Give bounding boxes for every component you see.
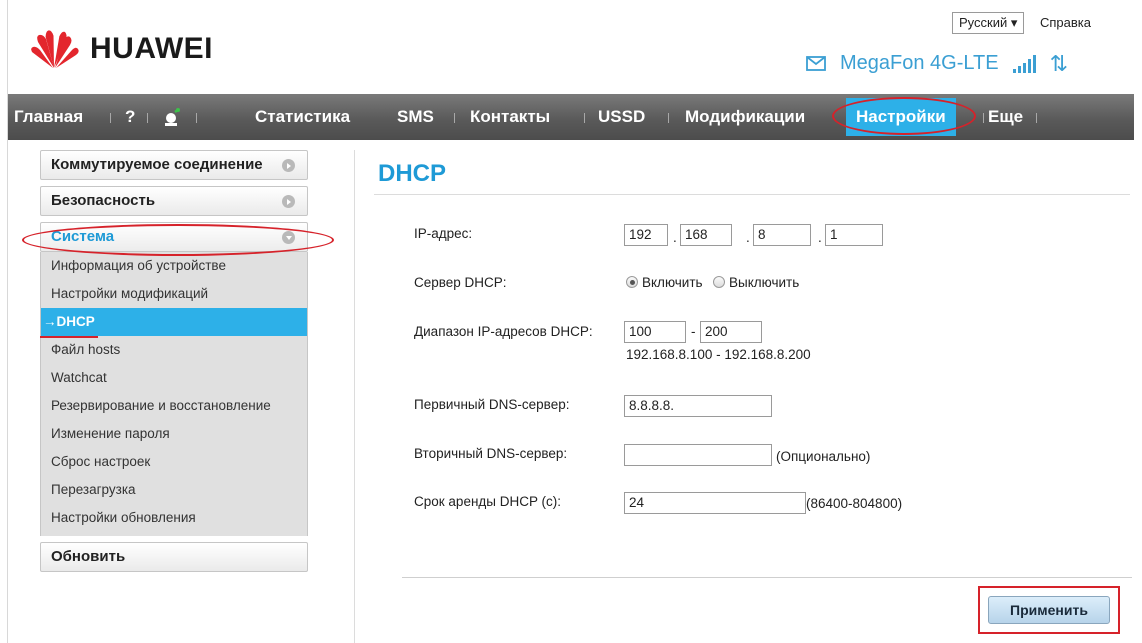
dhcp-range-text: 192.168.8.100 - 192.168.8.200 [626, 347, 811, 362]
nav-separator [668, 113, 669, 123]
nav-update-icon[interactable] [162, 94, 182, 140]
content-divider [354, 150, 355, 643]
dhcp-range-label: Диапазон IP-адресов DHCP: [414, 324, 593, 339]
sidebar-subitem-password[interactable]: Изменение пароля [41, 420, 307, 448]
dhcp-server-label: Сервер DHCP: [414, 275, 507, 290]
sidebar-subitem-watchcat[interactable]: Watchcat [41, 364, 307, 392]
sidebar-subitem-hosts[interactable]: Файл hosts [41, 336, 307, 364]
highlight-rect-apply [978, 586, 1120, 634]
brand-name: HUAWEI [90, 32, 213, 65]
ip-dot: . [673, 230, 677, 245]
ip-dot: . [746, 230, 750, 245]
dhcp-disable-radio[interactable] [713, 276, 725, 288]
form-divider [402, 577, 1132, 578]
dhcp-range-end-input[interactable]: 200 [700, 321, 762, 343]
nav-separator [584, 113, 585, 123]
title-divider [374, 194, 1130, 195]
status-area: MegaFon 4G-LTE ⇅ [806, 52, 1068, 75]
highlight-circle-settings [832, 97, 976, 135]
nav-contacts[interactable]: Контакты [470, 94, 550, 140]
ip-octet-3-input[interactable]: 8 [753, 224, 811, 246]
secondary-dns-label: Вторичный DNS-сервер: [414, 446, 568, 461]
sidebar-subitem-backup[interactable]: Резервирование и восстановление [41, 392, 307, 420]
sidebar-subitem-dhcp[interactable]: →DHCP [41, 308, 307, 336]
dhcp-enable-label[interactable]: Включить [642, 275, 703, 290]
sidebar-item-security[interactable]: Безопасность [40, 186, 308, 216]
page-title: DHCP [378, 160, 447, 187]
nav-more[interactable]: Еще [988, 94, 1023, 140]
ip-octet-2-input[interactable]: 168 [680, 224, 732, 246]
nav-separator [147, 113, 148, 123]
sidebar-item-dialup[interactable]: Коммутируемое соединение [40, 150, 308, 180]
sidebar-subitem-reboot[interactable]: Перезагрузка [41, 476, 307, 504]
data-transfer-icon: ⇅ [1049, 50, 1069, 76]
nav-separator [1036, 113, 1037, 123]
sidebar: Коммутируемое соединение Безопасность Си… [40, 150, 308, 578]
sidebar-item-update[interactable]: Обновить [40, 542, 308, 572]
operator-name: MegaFon 4G-LTE [840, 52, 999, 74]
range-dash: - [691, 324, 696, 339]
dhcp-disable-label[interactable]: Выключить [729, 275, 799, 290]
huawei-logo: HUAWEI [30, 30, 213, 68]
window-frame [0, 0, 8, 643]
nav-home[interactable]: Главная [14, 94, 83, 140]
help-link[interactable]: Справка [1040, 12, 1091, 34]
dhcp-range-start-input[interactable]: 100 [624, 321, 686, 343]
sidebar-subitem-update-settings[interactable]: Настройки обновления [41, 504, 307, 532]
nav-help[interactable]: ? [125, 94, 135, 140]
primary-dns-input[interactable]: 8.8.8.8. [624, 395, 772, 417]
nav-separator [983, 113, 984, 123]
optional-hint: (Опционально) [776, 449, 871, 464]
highlight-circle-system [22, 224, 334, 256]
nav-modifications[interactable]: Модификации [685, 94, 805, 140]
sidebar-item-label: Обновить [51, 548, 126, 565]
nav-ussd[interactable]: USSD [598, 94, 645, 140]
chevron-right-icon [282, 159, 295, 172]
nav-statistics[interactable]: Статистика [255, 94, 350, 140]
signal-strength-icon [1012, 54, 1038, 73]
nav-separator [196, 113, 197, 123]
sidebar-subitem-reset[interactable]: Сброс настроек [41, 448, 307, 476]
highlight-underline-dhcp [40, 336, 98, 338]
lease-time-label: Срок аренды DHCP (с): [414, 494, 561, 509]
huawei-petal-icon [31, 30, 79, 68]
sidebar-subitem-mod-settings[interactable]: Настройки модификаций [41, 280, 307, 308]
sidebar-item-label: Коммутируемое соединение [51, 156, 263, 173]
secondary-dns-input[interactable] [624, 444, 772, 466]
primary-dns-label: Первичный DNS-сервер: [414, 397, 570, 412]
mail-icon[interactable] [806, 56, 826, 71]
lease-time-input[interactable]: 24 [624, 492, 806, 514]
ip-address-label: IP-адрес: [414, 226, 473, 241]
nav-separator [454, 113, 455, 123]
sidebar-submenu-system: Информация об устройстве Настройки модиф… [40, 252, 308, 536]
nav-sms[interactable]: SMS [397, 94, 434, 140]
satellite-icon [165, 108, 180, 126]
language-select[interactable]: Русский ▾ [952, 12, 1025, 34]
chevron-right-icon [282, 195, 295, 208]
nav-separator [110, 113, 111, 123]
ip-dot: . [818, 230, 822, 245]
ip-octet-4-input[interactable]: 1 [825, 224, 883, 246]
ip-octet-1-input[interactable]: 192 [624, 224, 668, 246]
sidebar-subitem-device-info[interactable]: Информация об устройстве [41, 252, 307, 280]
dhcp-enable-radio[interactable] [626, 276, 638, 288]
lease-range-hint: (86400-804800) [806, 496, 903, 511]
sidebar-item-label: Безопасность [51, 192, 156, 209]
